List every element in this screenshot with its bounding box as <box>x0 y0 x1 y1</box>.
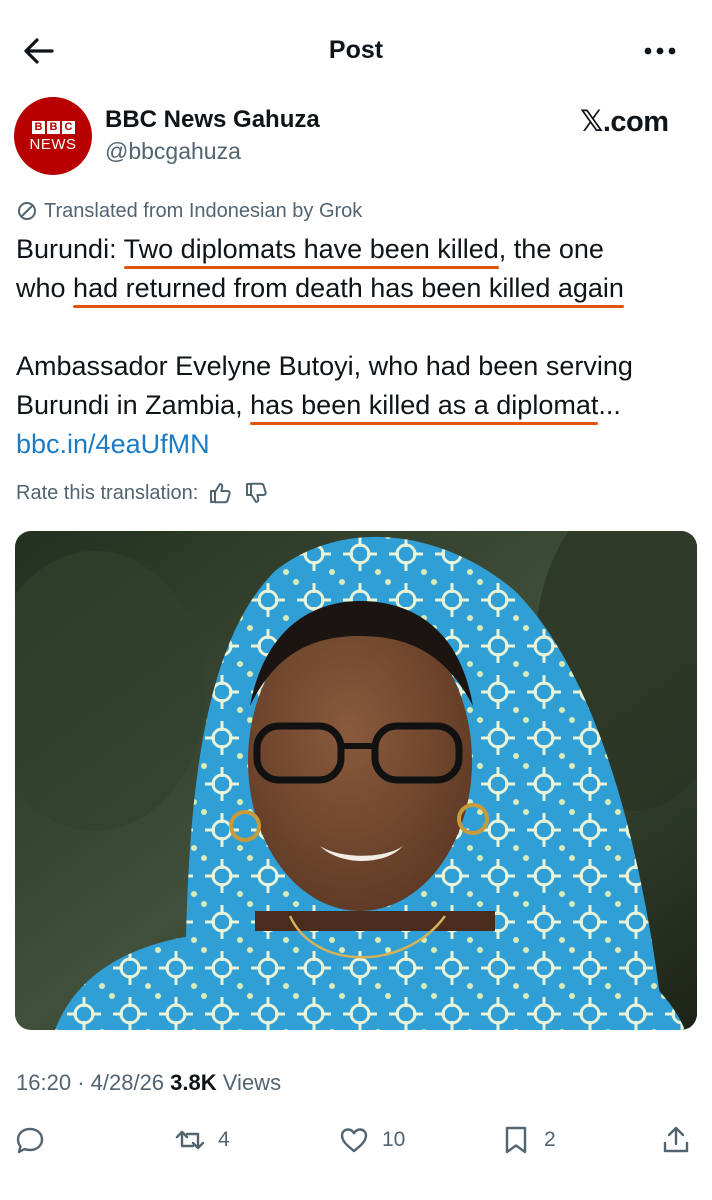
meta-separator: · <box>77 1070 85 1095</box>
views-label: Views <box>222 1070 282 1095</box>
views-count: 3.8K <box>170 1070 217 1095</box>
post-meta: 16:20 · 4/28/26 3.8K Views <box>16 1070 281 1096</box>
thumbs-up-icon[interactable] <box>208 480 234 506</box>
reply-button[interactable] <box>14 1122 58 1158</box>
translation-note: Translated from Indonesian by Grok <box>16 198 362 224</box>
tweet-text: Burundi: Two diplomats have been killed,… <box>16 230 696 464</box>
page-title: Post <box>328 36 384 64</box>
portrait-photo <box>15 531 697 1030</box>
author-handle[interactable]: @bbcgahuza <box>105 138 241 165</box>
post-date: 4/28/26 <box>90 1070 165 1095</box>
bookmark-count: 2 <box>544 1128 556 1151</box>
tweet-text-segment: ... <box>598 390 621 420</box>
post-photo[interactable] <box>15 531 697 1030</box>
top-bar: Post <box>0 0 712 100</box>
repost-icon <box>175 1130 205 1150</box>
repost-count: 4 <box>218 1128 230 1151</box>
tweet-text-segment: , the one <box>498 234 604 264</box>
rate-translation-label: Rate this translation: <box>16 481 199 504</box>
tweet-line: Ambassador Evelyne Butoyi, who had been … <box>16 351 633 381</box>
like-button[interactable]: 10 <box>338 1122 405 1158</box>
like-count: 10 <box>382 1128 406 1151</box>
reply-icon <box>16 1127 44 1154</box>
thumbs-down-icon[interactable] <box>244 480 270 506</box>
avatar[interactable]: BBC NEWS <box>14 97 92 175</box>
bbc-logo: BBC <box>32 121 75 134</box>
highlighted-text: has been killed as a diplomat <box>250 390 599 420</box>
bookmark-button[interactable]: 2 <box>500 1122 556 1158</box>
heart-icon <box>340 1128 368 1153</box>
highlighted-text: had returned from death has been killed … <box>73 273 624 303</box>
source-watermark: 𝕏.com <box>580 106 669 138</box>
bookmark-icon <box>505 1126 527 1154</box>
share-icon <box>663 1126 689 1153</box>
tweet-link[interactable]: bbc.in/4eaUfMN <box>16 429 210 459</box>
tweet-text-segment: who <box>16 273 74 303</box>
repost-button[interactable]: 4 <box>174 1122 230 1158</box>
tweet-text-segment: Burundi: <box>16 234 124 264</box>
more-options-icon[interactable] <box>640 36 680 66</box>
author-display-name[interactable]: BBC News Gahuza <box>105 106 320 134</box>
tweet-line: who had returned from death has been kil… <box>16 269 696 308</box>
highlighted-text: Two diplomats have been killed <box>123 234 499 264</box>
post-time: 16:20 <box>16 1070 72 1095</box>
avatar-news-text: NEWS <box>29 136 77 153</box>
tweet-line: Burundi: Two diplomats have been killed,… <box>16 230 696 269</box>
share-button[interactable] <box>660 1122 692 1158</box>
rate-translation: Rate this translation: <box>16 478 270 508</box>
translate-icon <box>18 202 36 220</box>
translation-note-text: Translated from Indonesian by Grok <box>44 199 363 222</box>
tweet-text-segment: Burundi in Zambia, <box>16 390 251 420</box>
tweet-line: Burundi in Zambia, has been killed as a … <box>16 386 696 425</box>
